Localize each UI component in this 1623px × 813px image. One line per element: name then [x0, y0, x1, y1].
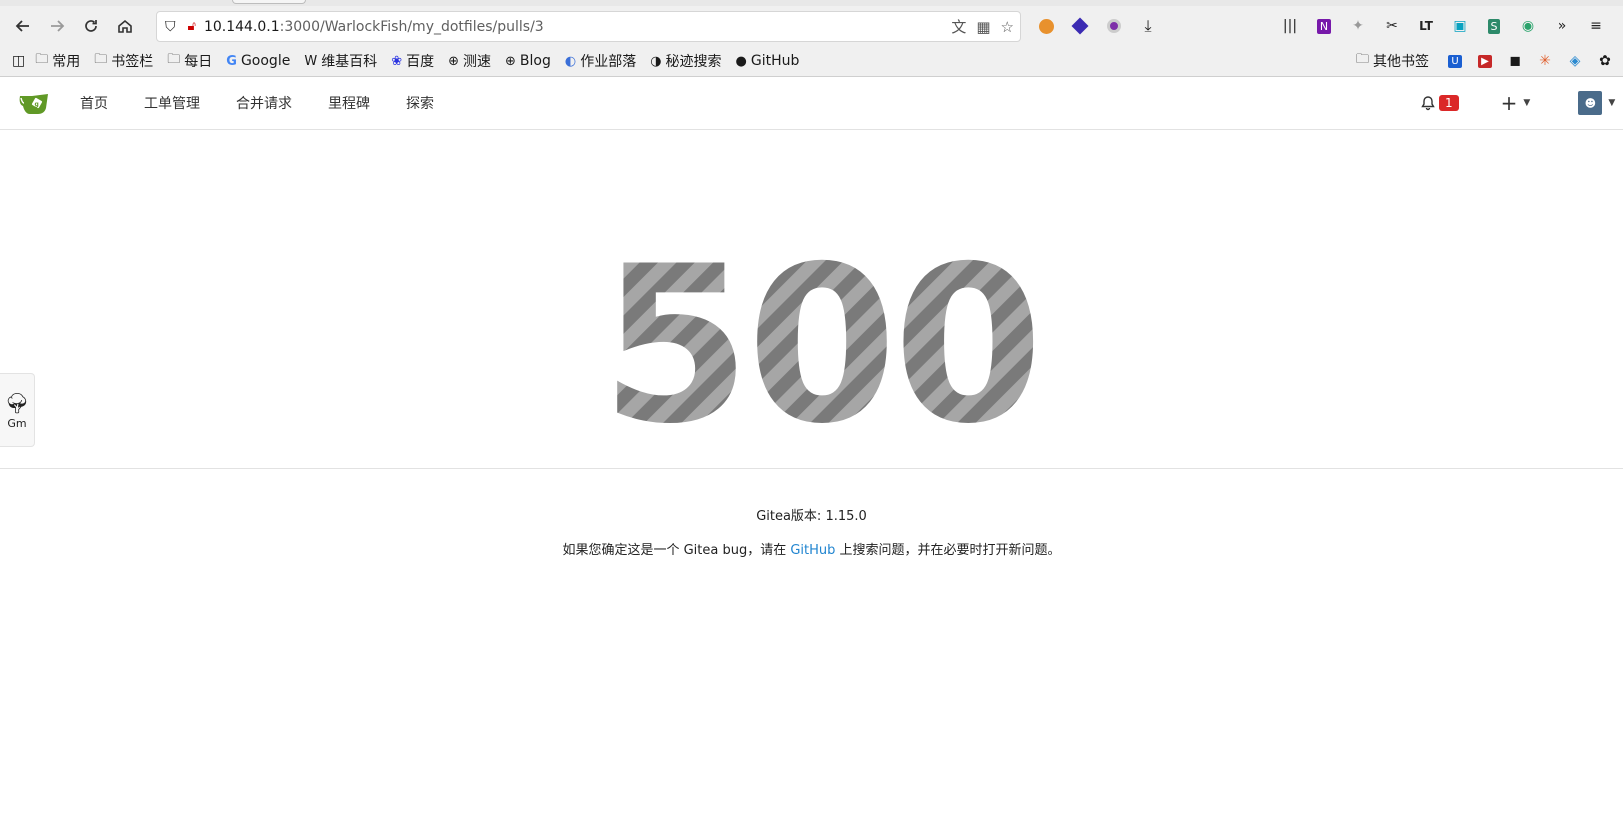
caret-down-icon: ▼ [1608, 98, 1616, 108]
gitea-logo-icon[interactable]: g [18, 90, 52, 116]
user-avatar-menu[interactable]: ☻ ▼ [1578, 91, 1615, 115]
bookmark-ext-fan-icon[interactable]: ✳ [1535, 51, 1555, 71]
qrcode-icon[interactable]: ▦ [976, 18, 990, 36]
url-path: :3000/WarlockFish/my_dotfiles/pulls/3 [279, 18, 544, 35]
bookmark-2[interactable]: 🗀 每日 [167, 50, 212, 72]
library-icon[interactable]: ||| [1280, 16, 1300, 36]
bookmark-ext-red-icon[interactable]: ▶ [1475, 51, 1495, 71]
bookmark-8[interactable]: ◐ 作业部落 [565, 51, 636, 71]
bookmark-ext-gnome-icon[interactable]: ✿ [1595, 51, 1615, 71]
gm-side-widget[interactable]: 🌳︎ Gm [0, 373, 35, 447]
circle-ext-icon[interactable] [1104, 16, 1124, 36]
gitea-version: Gitea版本: 1.15.0 [756, 509, 867, 524]
gitea-main-menu: 首页 工单管理 合并请求 里程碑 探索 [80, 77, 470, 129]
save-ext-icon[interactable]: ▣ [1450, 16, 1470, 36]
home-icon [118, 19, 132, 33]
zybuluo-icon: ◐ [564, 53, 577, 69]
notifications-button[interactable]: 1 [1420, 95, 1459, 111]
bookmark-0[interactable]: 🗀 常用 [35, 50, 80, 72]
bookmark-9[interactable]: ◑ 秘迹搜索 [650, 51, 721, 71]
url-text: 10.144.0.1:3000/WarlockFish/my_dotfiles/… [204, 19, 544, 35]
onenote-icon[interactable]: N [1314, 16, 1334, 36]
tab-fragment[interactable] [232, 0, 306, 4]
diamond-ext-icon[interactable] [1070, 16, 1090, 36]
github-icon: ● [735, 53, 747, 69]
bookmark-ext-dark-icon[interactable]: ◼ [1505, 51, 1525, 71]
green-ext-icon[interactable]: ◉ [1518, 16, 1538, 36]
create-menu-button[interactable]: + ▼ [1501, 91, 1531, 115]
bookmark-3[interactable]: G Google [226, 53, 290, 69]
shield-icon[interactable]: ⛉ [165, 19, 176, 35]
svg-text:g: g [35, 101, 39, 108]
bookmarks-right: 🗀 其他书签 U ▶ ◼ ✳ ◈ ✿ [1356, 46, 1615, 76]
sidebar-toggle-icon[interactable]: ◫ [12, 53, 25, 69]
bookmarks-bar: ◫ 🗀 常用 🗀 书签栏 🗀 每日 G Google W 维基百科 ❀ 百度 ⊕ 测速 ⊕ Bl… [0, 46, 1623, 77]
s-ext-icon[interactable]: S [1484, 16, 1504, 36]
reload-button[interactable] [74, 10, 108, 42]
url-host: 10.144.0.1 [203, 18, 280, 35]
avatar: ☻ [1578, 91, 1603, 115]
gitea-user-menu: 1 + ▼ ☻ ▼ [1420, 77, 1615, 129]
bookmark-1[interactable]: 🗀 书签栏 [94, 50, 153, 72]
gitea-header: g 首页 工单管理 合并请求 里程碑 探索 1 + ▼ ☻ ▼ [0, 77, 1623, 130]
folder-icon: 🗀 [1356, 52, 1370, 67]
puzzle-icon[interactable]: ✦ [1348, 16, 1368, 36]
nav-issues[interactable]: 工单管理 [144, 93, 200, 113]
nav-pulls[interactable]: 合并请求 [236, 93, 292, 113]
baidu-icon: ❀ [391, 53, 403, 69]
star-bookmark-icon[interactable]: ☆ [1001, 18, 1014, 36]
url-actions: 文 ▦ ☆ [951, 12, 1014, 41]
bell-icon [1421, 96, 1435, 111]
browser-right-tools: ||| N ✦ ✂ LT ▣ S ◉ » ≡ [1280, 6, 1606, 46]
nav-explore[interactable]: 探索 [406, 93, 434, 113]
nav-milestones[interactable]: 里程碑 [328, 93, 370, 113]
github-link[interactable]: GitHub [790, 543, 835, 558]
scissors-icon[interactable]: ✂ [1382, 16, 1402, 36]
error-graphic: 500 [601, 220, 1044, 468]
reload-icon [85, 20, 97, 32]
notification-badge: 1 [1439, 95, 1459, 111]
bookmark-10[interactable]: ● GitHub [736, 53, 800, 69]
wikipedia-icon: W [304, 53, 318, 69]
overflow-icon[interactable]: » [1552, 16, 1572, 36]
firefox-ext-icon[interactable] [1036, 16, 1056, 36]
globe-icon: ⊕ [505, 53, 516, 69]
hamburger-menu-icon[interactable]: ≡ [1586, 16, 1606, 36]
insecure-lock-icon[interactable]: 🔓︎ [188, 19, 196, 34]
lt-icon[interactable]: LT [1416, 16, 1436, 36]
caret-down-icon: ▼ [1523, 98, 1531, 108]
error-banner: 500 [0, 130, 1623, 469]
mijisou-icon: ◑ [650, 53, 662, 69]
folder-icon: 🗀 [35, 52, 49, 67]
bookmark-ext-blue-icon[interactable]: U [1445, 51, 1465, 71]
plus-icon: + [1500, 91, 1518, 115]
other-bookmarks[interactable]: 🗀 其他书签 [1356, 50, 1429, 72]
nav-home[interactable]: 首页 [80, 93, 108, 113]
browser-toolbar: ⛉ 🔓︎ 10.144.0.1:3000/WarlockFish/my_dotf… [0, 6, 1623, 46]
gm-label: Gm [7, 416, 27, 430]
url-bar[interactable]: ⛉ 🔓︎ 10.144.0.1:3000/WarlockFish/my_dotf… [156, 11, 1021, 42]
tree-icon: 🌳︎ [4, 390, 30, 415]
bookmark-4[interactable]: W 维基百科 [304, 51, 377, 71]
forward-button[interactable] [40, 10, 74, 42]
extensions-bar: ⤓ [1036, 6, 1158, 46]
globe-icon: ⊕ [448, 53, 459, 69]
error-code: 500 [601, 220, 1040, 468]
bookmark-5[interactable]: ❀ 百度 [391, 51, 434, 71]
translate-icon[interactable]: 文 [951, 16, 966, 37]
back-button[interactable] [6, 10, 40, 42]
back-arrow-icon [15, 20, 29, 32]
folder-icon: 🗀 [167, 52, 181, 67]
bookmark-6[interactable]: ⊕ 测速 [448, 51, 491, 71]
error-message: 如果您确定这是一个 Gitea bug，请在 GitHub 上搜索问题，并在必要… [562, 543, 1061, 558]
folder-icon: 🗀 [94, 52, 108, 67]
bookmark-ext-shield-icon[interactable]: ◈ [1565, 51, 1585, 71]
home-button[interactable] [108, 10, 142, 42]
forward-arrow-icon [51, 20, 65, 32]
bookmark-7[interactable]: ⊕ Blog [505, 53, 551, 69]
google-icon: G [226, 53, 237, 69]
download-icon[interactable]: ⤓ [1138, 16, 1158, 36]
